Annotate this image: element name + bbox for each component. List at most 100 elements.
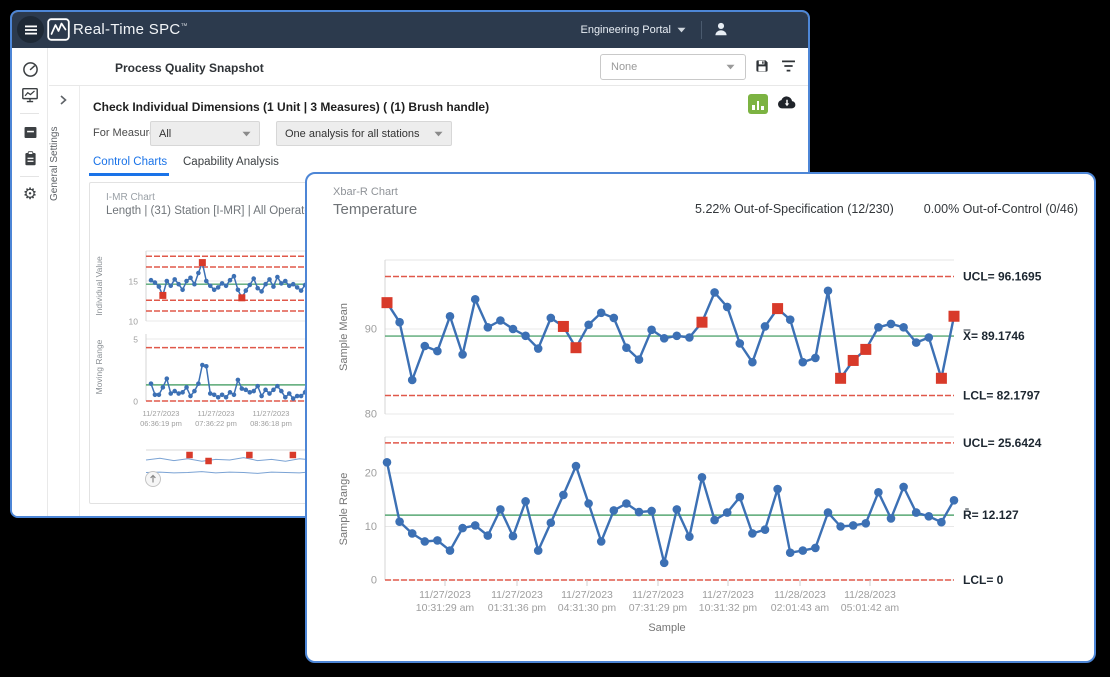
- portal-dropdown[interactable]: Engineering Portal: [580, 12, 686, 48]
- chevron-right-icon: [58, 94, 68, 106]
- expand-settings-button[interactable]: [58, 94, 79, 106]
- svg-text:11/27/2023: 11/27/2023: [253, 409, 290, 418]
- svg-text:LCL= 0: LCL= 0: [963, 573, 1004, 587]
- svg-text:06:36:19 pm: 06:36:19 pm: [140, 419, 182, 428]
- chart-view-button[interactable]: [748, 94, 768, 114]
- sidebar-item-dashboard[interactable]: [12, 56, 48, 82]
- tab-control-charts[interactable]: Control Charts: [93, 156, 167, 168]
- modal-stats: 5.22% Out-of-Specification (12/230) 0.00…: [695, 202, 1078, 216]
- analysis-mode-dropdown[interactable]: One analysis for all stations: [276, 121, 452, 146]
- preset-dropdown-value: None: [611, 61, 726, 73]
- toolbar: Process Quality Snapshot None: [49, 48, 808, 86]
- svg-text:11/28/2023: 11/28/2023: [774, 589, 826, 601]
- svg-text:10:31:32 pm: 10:31:32 pm: [699, 602, 758, 614]
- gauge-icon: [22, 61, 39, 78]
- gear-icon: ⚙: [23, 187, 37, 203]
- sidebar: ⚙: [12, 48, 48, 516]
- svg-text:01:31:36 pm: 01:31:36 pm: [488, 602, 547, 614]
- svg-text:80: 80: [365, 409, 377, 421]
- svg-text:11/27/2023: 11/27/2023: [561, 589, 613, 601]
- caret-down-icon: [677, 27, 686, 33]
- modal-chart-title: Temperature: [333, 201, 417, 218]
- svg-text:X̿= 89.1746: X̿= 89.1746: [963, 328, 1025, 343]
- svg-text:Moving Range: Moving Range: [94, 339, 104, 394]
- svg-text:11/27/2023: 11/27/2023: [491, 589, 543, 601]
- imr-chart-title: Length | (31) Station [I-MR] | All Opera…: [106, 205, 320, 217]
- sidebar-divider: [20, 176, 39, 177]
- sidebar-item-monitoring[interactable]: [12, 82, 48, 108]
- cloud-download-icon: [776, 94, 798, 110]
- measure-dropdown[interactable]: All: [150, 121, 260, 146]
- hamburger-menu-icon: [24, 24, 38, 36]
- filter-button[interactable]: [781, 60, 796, 72]
- sidebar-divider: [20, 113, 39, 114]
- svg-text:UCL= 25.6424: UCL= 25.6424: [963, 436, 1042, 450]
- svg-text:10:31:29 am: 10:31:29 am: [416, 602, 475, 614]
- svg-text:02:01:43 am: 02:01:43 am: [771, 602, 830, 614]
- svg-text:07:36:22 pm: 07:36:22 pm: [195, 419, 237, 428]
- tab-capability-analysis[interactable]: Capability Analysis: [183, 156, 279, 168]
- portal-label: Engineering Portal: [580, 24, 671, 36]
- caret-down-icon: [434, 131, 443, 137]
- svg-text:11/27/2023: 11/27/2023: [143, 409, 180, 418]
- svg-text:Individual Value: Individual Value: [94, 256, 104, 316]
- svg-text:10: 10: [365, 521, 377, 533]
- for-measure-label: For Measure:: [93, 127, 158, 139]
- svg-text:0: 0: [371, 575, 377, 587]
- svg-text:05:01:42 am: 05:01:42 am: [841, 602, 900, 614]
- user-icon: [712, 20, 730, 38]
- sidebar-item-tasks[interactable]: [12, 145, 48, 171]
- analysis-mode-dropdown-value: One analysis for all stations: [285, 128, 434, 140]
- svg-text:11/28/2023: 11/28/2023: [844, 589, 896, 601]
- sidebar-item-archive[interactable]: [12, 119, 48, 145]
- modal-chart-type-label: Xbar-R Chart: [333, 186, 398, 198]
- out-of-control-stat: 0.00% Out-of-Control (0/46): [924, 202, 1078, 216]
- svg-text:R̄= 12.127: R̄= 12.127: [963, 508, 1019, 522]
- svg-text:10: 10: [129, 317, 139, 327]
- page-title: Process Quality Snapshot: [115, 61, 264, 75]
- app-logo-icon: [47, 18, 70, 41]
- imr-chart-type-label: I-MR Chart: [106, 192, 155, 203]
- svg-text:07:31:29 pm: 07:31:29 pm: [629, 602, 688, 614]
- sidebar-item-settings[interactable]: ⚙: [12, 182, 48, 208]
- panel-title: Check Individual Dimensions (1 Unit | 3 …: [93, 100, 489, 114]
- caret-down-icon: [726, 64, 735, 70]
- svg-text:0: 0: [133, 397, 138, 407]
- trademark: ™: [181, 23, 188, 30]
- save-icon: [754, 58, 770, 74]
- save-button[interactable]: [754, 58, 770, 74]
- svg-text:20: 20: [365, 468, 377, 480]
- xbar-r-chart[interactable]: Sample Mean Sample Range 80 90 UCL= 96.1695 X…: [309, 227, 1092, 659]
- bar-chart-icon: [752, 105, 755, 110]
- filter-icon: [781, 60, 796, 72]
- hamburger-menu-button[interactable]: [17, 16, 44, 43]
- clipboard-icon: [22, 150, 39, 167]
- general-settings-label: General Settings: [49, 116, 79, 211]
- svg-text:90: 90: [365, 324, 377, 336]
- caret-down-icon: [242, 131, 251, 137]
- xbar-r-modal: Xbar-R Chart Temperature 5.22% Out-of-Sp…: [305, 172, 1096, 663]
- svg-text:LCL= 82.1797: LCL= 82.1797: [963, 388, 1040, 402]
- svg-text:11/27/2023: 11/27/2023: [632, 589, 684, 601]
- header-divider: [701, 21, 702, 39]
- navigator-handle[interactable]: [146, 472, 161, 487]
- svg-text:04:31:30 pm: 04:31:30 pm: [558, 602, 617, 614]
- general-settings-strip: General Settings: [49, 86, 80, 516]
- user-menu-button[interactable]: [712, 20, 730, 38]
- svg-text:11/27/2023: 11/27/2023: [198, 409, 235, 418]
- svg-text:11/27/2023: 11/27/2023: [419, 589, 471, 601]
- svg-text:Sample Range: Sample Range: [338, 473, 350, 546]
- export-button[interactable]: [776, 94, 798, 110]
- svg-text:15: 15: [129, 277, 139, 287]
- active-tab-indicator: [89, 173, 169, 176]
- app-title: Real-Time SPC™: [73, 21, 188, 38]
- svg-text:UCL= 96.1695: UCL= 96.1695: [963, 270, 1042, 284]
- svg-text:Sample Mean: Sample Mean: [338, 303, 350, 371]
- svg-text:08:36:18 pm: 08:36:18 pm: [250, 419, 292, 428]
- svg-text:11/27/2023: 11/27/2023: [702, 589, 754, 601]
- archive-box-icon: [22, 124, 39, 141]
- preset-dropdown[interactable]: None: [600, 54, 746, 80]
- svg-text:Sample: Sample: [648, 622, 685, 634]
- app-header: Real-Time SPC™ Engineering Portal: [12, 12, 808, 48]
- svg-text:5: 5: [133, 335, 138, 345]
